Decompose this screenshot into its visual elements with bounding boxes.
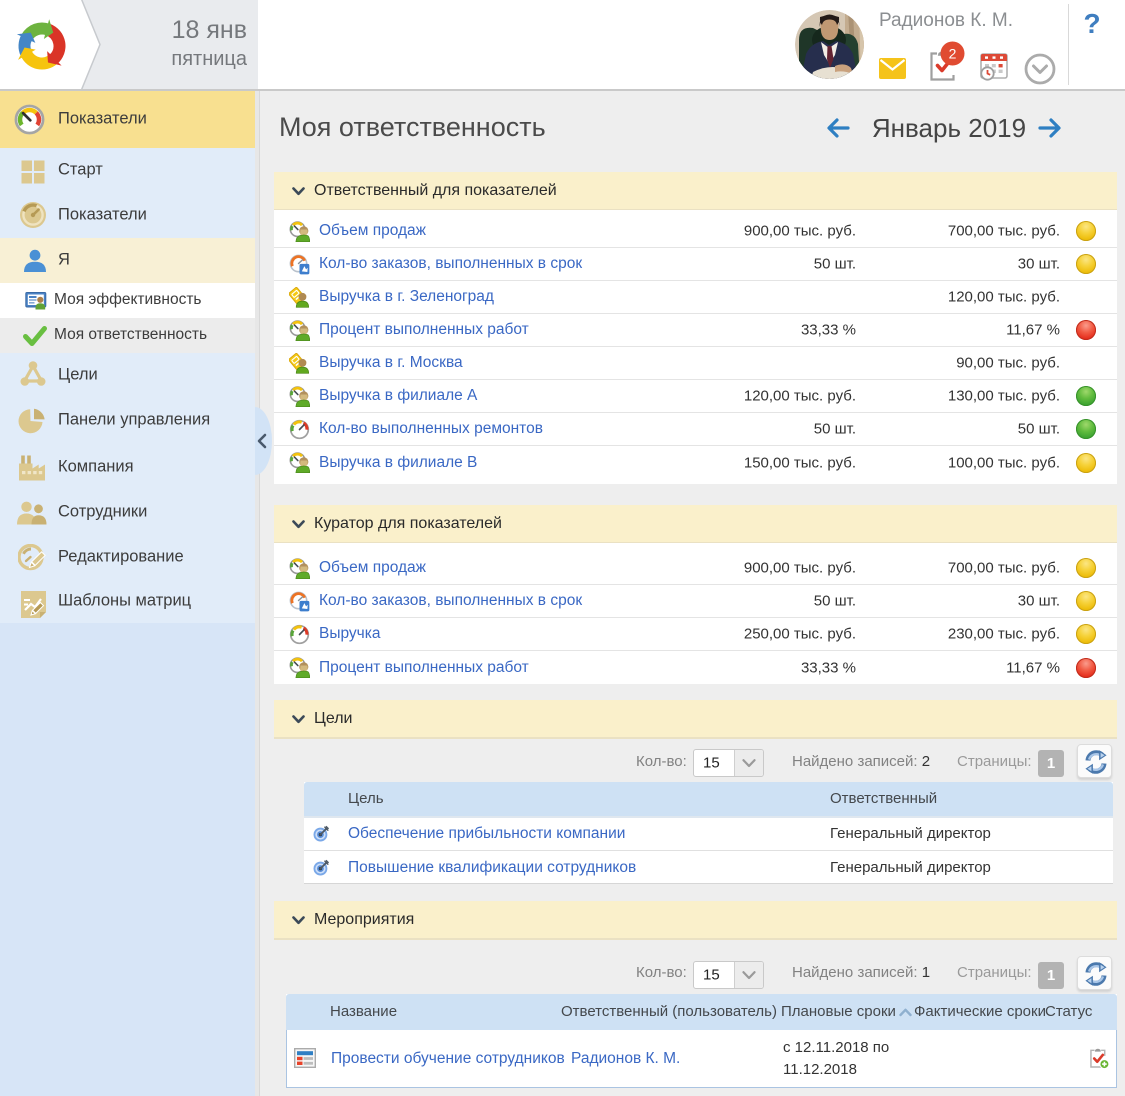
svg-text:2: 2 [949,46,957,62]
